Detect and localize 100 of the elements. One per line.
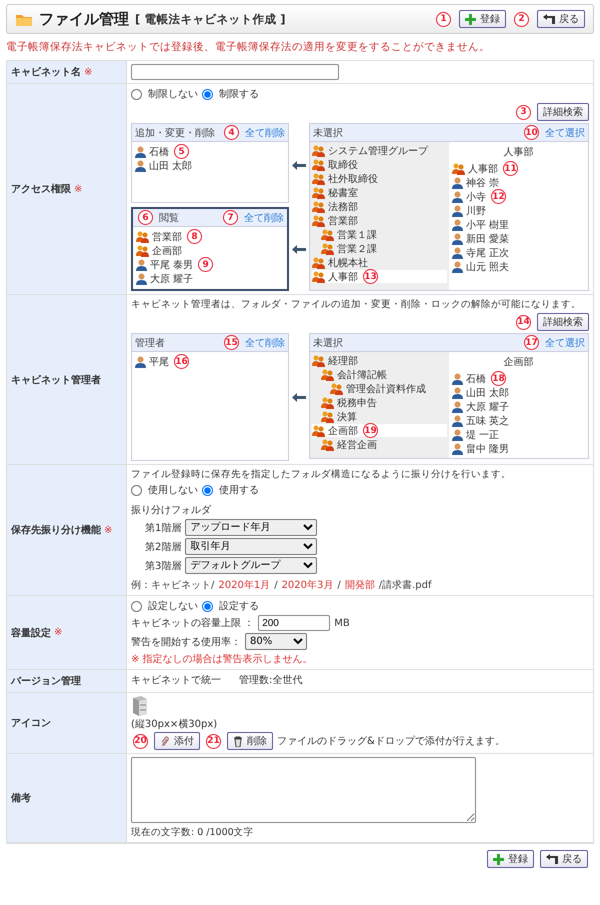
- user-name: 山田 太郎: [466, 386, 510, 400]
- description-text: キャビネット管理者は、フォルダ・ファイルの追加・変更・削除・ロックの解除が可能になります。: [131, 298, 582, 311]
- return-arrow-icon: [546, 854, 558, 864]
- user-name: 山元 照夫: [466, 260, 510, 274]
- callout-number: 3: [516, 104, 531, 120]
- left-arrow-icon: [292, 160, 306, 170]
- tree-item[interactable]: 会計簿記帳: [312, 368, 447, 381]
- tree-item[interactable]: 法務部: [312, 200, 447, 213]
- select-all-link[interactable]: 全て選択: [545, 126, 585, 140]
- cabinet-name-field[interactable]: [131, 64, 339, 80]
- remarks-field[interactable]: [131, 757, 476, 823]
- detailed-search-button[interactable]: 詳細検索: [537, 103, 589, 121]
- tree-item[interactable]: 企画部 19: [312, 424, 447, 437]
- required-mark: ※: [84, 66, 92, 78]
- usage-rate-dropdown[interactable]: 80%: [245, 633, 307, 650]
- user-name: 平尾: [149, 356, 169, 368]
- callout-number: 16: [174, 354, 189, 369]
- person-icon: [452, 190, 463, 202]
- register-button[interactable]: 登録: [487, 850, 534, 868]
- radio-button[interactable]: [131, 88, 142, 100]
- people-group-icon: [312, 424, 325, 436]
- user-name: 石橋: [149, 146, 169, 158]
- tree-item[interactable]: 管理会計資料作成: [312, 382, 447, 395]
- detailed-search-button[interactable]: 詳細検索: [537, 313, 589, 331]
- back-button[interactable]: 戻る: [537, 10, 585, 28]
- radio-label: 制限する: [219, 88, 259, 101]
- callout-number: 14: [516, 314, 531, 330]
- capacity-field[interactable]: 200: [258, 615, 330, 631]
- person-icon: [135, 356, 146, 368]
- people-group-icon: [321, 396, 334, 408]
- panel-title: 管理者: [135, 336, 165, 350]
- user-name: 畠中 隆男: [466, 442, 510, 456]
- warning-notice: 電子帳簿保存法キャビネットでは登録後、電子帳簿保存法の適用を変更をすることができません。: [6, 40, 491, 55]
- tree-item[interactable]: 営業１課: [312, 228, 447, 241]
- tree-item[interactable]: 税務申告: [312, 396, 447, 409]
- user-name: 神谷 崇: [466, 176, 500, 190]
- tree-item[interactable]: システム管理グループ: [312, 144, 447, 157]
- warning-note: ※ 指定なしの場合は警告表示しません。: [131, 652, 314, 666]
- tree-item[interactable]: 営業２課: [312, 242, 447, 255]
- drag-drop-hint: ファイルのドラッグ&ドロップで添付が行えます。: [277, 734, 505, 748]
- callout-number: 21: [206, 734, 221, 748]
- required-mark: ※: [104, 524, 112, 536]
- clear-all-link[interactable]: 全て削除: [245, 336, 285, 350]
- panel-title: 閲覧: [159, 212, 179, 224]
- people-group-icon: [312, 186, 325, 198]
- tree-item[interactable]: 社外取締役: [312, 172, 447, 185]
- tree-item[interactable]: 営業部: [312, 214, 447, 227]
- tree-item[interactable]: 人事部 13: [312, 270, 447, 283]
- callout-number: 12: [491, 189, 506, 204]
- required-mark: ※: [74, 184, 82, 194]
- clear-all-link[interactable]: 全て削除: [245, 126, 285, 140]
- radio-button[interactable]: [131, 484, 142, 496]
- tree-item[interactable]: 経営企画: [312, 438, 447, 451]
- callout-number: 10: [524, 125, 539, 140]
- folder-level-dropdown[interactable]: デフォルトグループ: [185, 557, 318, 574]
- people-group-icon: [136, 244, 149, 256]
- person-icon: [136, 272, 147, 284]
- folder-level-dropdown[interactable]: アップロード年月: [185, 519, 318, 536]
- list-heading: 人事部: [502, 146, 534, 160]
- page-title: ファイル管理: [39, 10, 129, 28]
- tree-item[interactable]: 秘書室: [312, 186, 447, 199]
- group-name: 企画部: [152, 244, 182, 258]
- folder-level-dropdown[interactable]: 取引年月: [185, 538, 318, 555]
- callout-number: 1: [436, 12, 451, 26]
- level-label: 第2階層: [145, 540, 182, 554]
- tree-item[interactable]: 決算: [312, 410, 447, 423]
- radio-button[interactable]: [202, 600, 213, 612]
- select-all-link[interactable]: 全て選択: [545, 336, 585, 350]
- description-text: ファイル登録時に保存先を指定したフォルダ構造になるように振り分けを行います。: [131, 468, 512, 481]
- field-label: 保存先振り分け機能 ※: [7, 465, 127, 596]
- back-button[interactable]: 戻る: [540, 850, 588, 868]
- people-group-icon: [452, 162, 465, 174]
- user-name: 新田 愛菜: [466, 232, 510, 246]
- radio-button[interactable]: [202, 484, 213, 496]
- field-label: キャビネット管理者: [7, 295, 127, 465]
- version-count: 管理数:全世代: [239, 674, 302, 687]
- tree-item[interactable]: 経理部: [312, 354, 447, 367]
- delete-button[interactable]: 削除: [227, 732, 273, 750]
- person-icon: [135, 146, 146, 158]
- people-group-icon: [321, 228, 334, 240]
- tree-item[interactable]: 札幌本社: [312, 256, 447, 269]
- person-icon: [452, 260, 463, 272]
- tree-item[interactable]: 取締役: [312, 158, 447, 171]
- clear-all-link[interactable]: 全て削除: [244, 210, 284, 224]
- attach-button[interactable]: 添付: [154, 732, 200, 750]
- callout-number: 8: [187, 229, 202, 244]
- radio-button[interactable]: [202, 88, 213, 100]
- person-icon: [452, 386, 463, 398]
- person-icon: [135, 160, 146, 172]
- plus-icon: [493, 854, 504, 864]
- panel-title: 未選択: [313, 126, 343, 140]
- section-label: 振り分けフォルダ: [131, 504, 212, 517]
- limit-label: キャビネットの容量上限 ：: [131, 616, 254, 630]
- callout-number: 6: [138, 210, 153, 225]
- callout-number: 17: [524, 335, 539, 350]
- people-group-icon: [321, 368, 334, 380]
- radio-button[interactable]: [131, 600, 142, 612]
- version-mode: キャビネットで統一: [131, 674, 221, 687]
- example-path: 例：キャビネット/ 2020年1月 / 2020年3月 / 開発部 /請求書.pdf: [131, 578, 432, 592]
- register-button[interactable]: 登録: [459, 10, 506, 28]
